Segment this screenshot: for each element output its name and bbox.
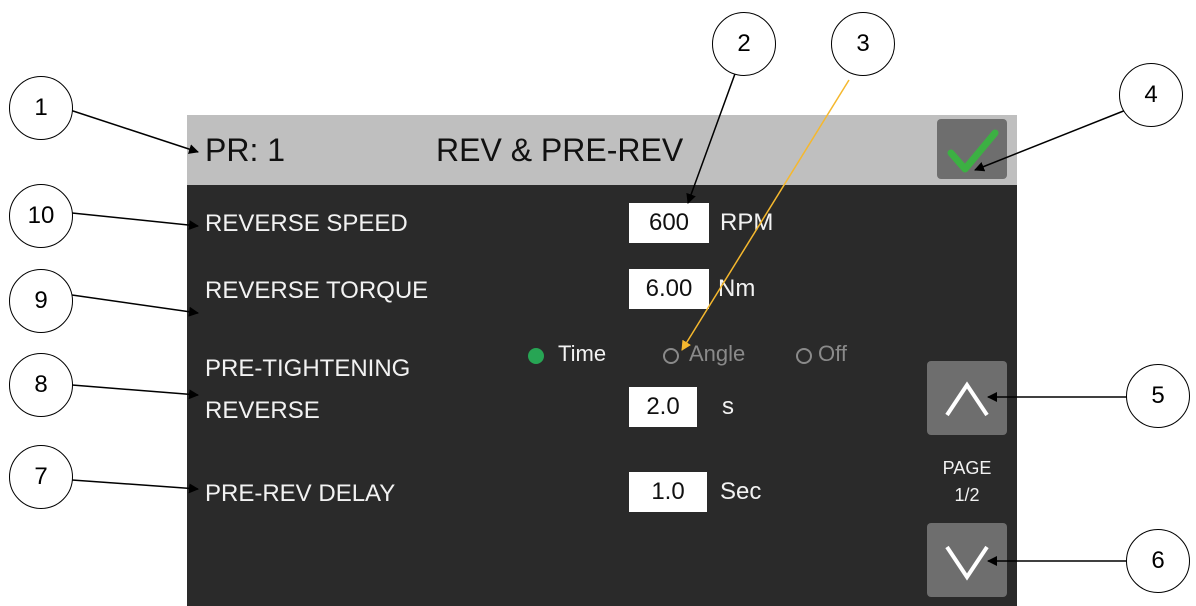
- reverse-speed-label: REVERSE SPEED: [205, 210, 408, 237]
- radio-unselected-icon: [796, 348, 812, 364]
- radio-off-label: Off: [818, 341, 847, 366]
- page-indicator-label: PAGE: [942, 458, 992, 478]
- page-title: REV & PRE-REV: [436, 132, 684, 168]
- callout-9: 9: [9, 269, 73, 333]
- callout-arrow-1: [69, 109, 199, 154]
- pre-tightening-label-line2: REVERSE: [205, 397, 320, 424]
- radio-angle-label: Angle: [689, 341, 746, 366]
- reverse-torque-input[interactable]: 6.00: [629, 269, 709, 309]
- callout-4: 4: [1119, 63, 1183, 127]
- callout-10: 10: [9, 184, 73, 248]
- pre-tightening-label-line1: PRE-TIGHTENING: [205, 355, 411, 382]
- reverse-torque-label: REVERSE TORQUE: [205, 277, 429, 304]
- checkmark-icon: [947, 129, 999, 173]
- pre-rev-delay-label: PRE-REV DELAY: [205, 480, 396, 507]
- pre-rev-delay-unit: Sec: [720, 478, 762, 505]
- page-indicator: PAGE 1/2: [927, 455, 1007, 509]
- page-up-button[interactable]: [927, 361, 1007, 435]
- callout-1: 1: [9, 76, 73, 140]
- program-number: PR: 1: [205, 132, 286, 168]
- callout-arrow-8: [71, 384, 199, 400]
- pre-tightening-time-input[interactable]: 2.0: [629, 387, 697, 427]
- settings-screen: PR: 1 REV & PRE-REV REVERSE SPEED 600 RP…: [187, 115, 1017, 606]
- confirm-button[interactable]: [937, 119, 1007, 179]
- chevron-down-icon: [945, 545, 989, 581]
- radio-time-label: Time: [558, 341, 607, 366]
- reverse-speed-unit: RPM: [720, 209, 774, 236]
- callout-arrow-7: [71, 479, 199, 494]
- chevron-up-icon: [945, 381, 989, 417]
- page-down-button[interactable]: [927, 523, 1007, 597]
- page-indicator-value: 1/2: [954, 485, 980, 505]
- callout-5: 5: [1126, 364, 1190, 428]
- pre-tightening-time-unit: s: [722, 393, 734, 420]
- header-bar: PR: 1 REV & PRE-REV: [187, 115, 1017, 185]
- callout-arrow-9: [71, 294, 199, 317]
- callout-8: 8: [9, 353, 73, 417]
- pre-rev-delay-input[interactable]: 1.0: [629, 472, 707, 512]
- callout-6: 6: [1126, 529, 1190, 593]
- callout-arrow-10: [71, 212, 199, 231]
- radio-unselected-icon: [663, 348, 679, 364]
- callout-2: 2: [712, 12, 776, 76]
- radio-selected-icon: [528, 348, 544, 364]
- callout-3: 3: [831, 12, 895, 76]
- reverse-speed-input[interactable]: 600: [629, 203, 709, 243]
- reverse-torque-unit: Nm: [718, 275, 756, 302]
- callout-7: 7: [9, 445, 73, 509]
